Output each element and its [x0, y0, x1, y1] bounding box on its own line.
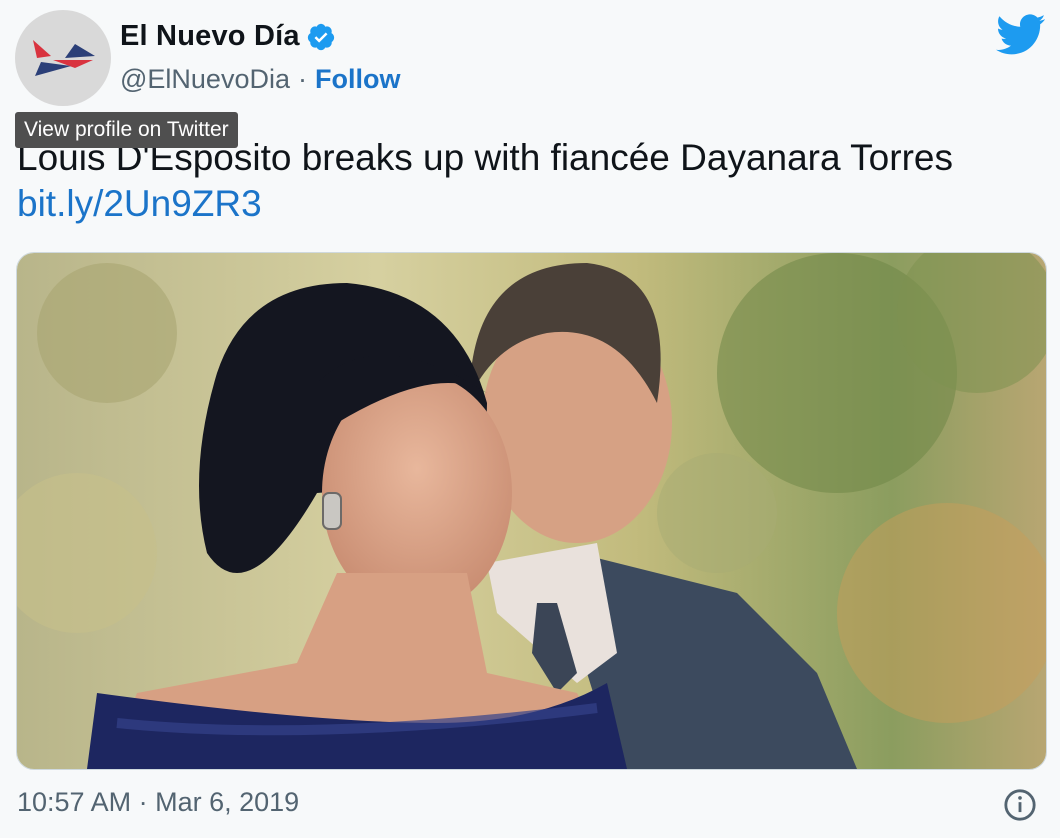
verified-badge-icon: [306, 22, 336, 52]
tooltip: View profile on Twitter: [15, 112, 238, 148]
tweet-photo-image: [17, 253, 1046, 769]
account-handle[interactable]: @ElNuevoDia: [120, 64, 290, 95]
handle-row: @ElNuevoDia · Follow: [120, 64, 400, 95]
el-nuevo-dia-logo: [33, 40, 95, 76]
tweet-photo[interactable]: [16, 252, 1047, 770]
avatar[interactable]: [15, 10, 111, 106]
tweet-link[interactable]: bit.ly/2Un9ZR3: [17, 182, 262, 226]
twitter-bird-icon[interactable]: [996, 14, 1046, 56]
separator-dot: ·: [297, 64, 307, 94]
embedded-tweet-card: El Nuevo Día @ElNuevoDia · Follow Louis …: [0, 0, 1060, 838]
follow-button[interactable]: Follow: [315, 64, 400, 95]
tweet-timestamp[interactable]: 10:57 AM · Mar 6, 2019: [17, 787, 299, 818]
name-row: El Nuevo Día: [120, 20, 336, 53]
info-icon[interactable]: [1003, 788, 1037, 822]
display-name[interactable]: El Nuevo Día: [120, 20, 300, 53]
